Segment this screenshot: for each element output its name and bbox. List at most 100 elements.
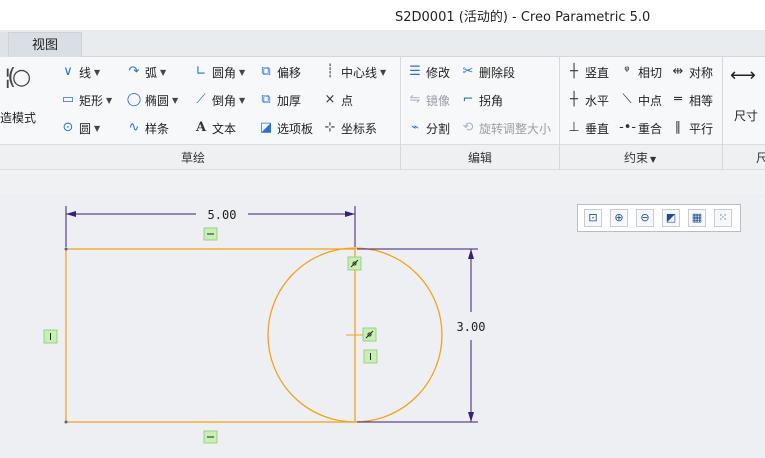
- coord-system-icon: ⊹: [324, 120, 336, 135]
- dimension-height-value[interactable]: 3.00: [457, 320, 486, 334]
- view-toolbar: ⊡ ⊕ ⊖ ◩ ▦ ⁙: [577, 204, 741, 232]
- title-bar: S2D0001 (活动的) - Creo Parametric 5.0: [0, 0, 765, 30]
- fillet-icon: ∟: [195, 64, 207, 79]
- coincident-constraint-button[interactable]: -•- 重合: [619, 117, 662, 139]
- symmetric-icon: ⇹: [672, 64, 684, 79]
- horizontal-icon: ┼: [570, 92, 578, 107]
- rotate-resize-icon: ⟲: [462, 120, 474, 135]
- horizontal-constraint-badge[interactable]: [203, 430, 218, 444]
- display-style-icon[interactable]: ▦: [688, 209, 706, 227]
- thicken-icon: ⧉: [261, 92, 271, 107]
- refit-icon[interactable]: ⊡: [584, 209, 602, 227]
- vertical-constraint-button[interactable]: ┼ 竖直: [566, 61, 609, 83]
- delete-segment-button[interactable]: ✂ 删除段: [460, 61, 515, 83]
- palette-icon: ◪: [259, 120, 273, 135]
- point-icon: ×: [324, 92, 336, 107]
- parallel-constraint-button[interactable]: ∥ 平行: [670, 117, 713, 139]
- chevron-down-icon[interactable]: ▼: [94, 124, 100, 133]
- equal-constraint-button[interactable]: ═ 相等: [670, 89, 713, 111]
- midpoint-constraint-button[interactable]: ⟍ 中点: [619, 89, 662, 111]
- thicken-button[interactable]: ⧉ 加厚: [258, 89, 301, 111]
- equal-icon: ═: [674, 92, 682, 107]
- chevron-down-icon[interactable]: ▼: [106, 96, 112, 105]
- dimension-label: 尺寸: [734, 109, 759, 123]
- symmetric-constraint-button[interactable]: ⇹ 对称: [670, 61, 713, 83]
- perpendicular-constraint-button[interactable]: ⊥ 垂直: [566, 117, 609, 139]
- chamfer-button[interactable]: ⟋ 倒角 ▼: [193, 89, 245, 111]
- dimension-icon: ⟷: [730, 65, 756, 86]
- line-button[interactable]: ∨ 线 ▼: [60, 61, 100, 83]
- arc-icon: ↷: [128, 64, 140, 79]
- chevron-down-icon[interactable]: ▼: [172, 96, 178, 105]
- circle-icon: ⊙: [62, 120, 74, 135]
- point-button[interactable]: × 点: [322, 89, 353, 111]
- window-title: S2D0001 (活动的) - Creo Parametric 5.0: [395, 10, 651, 25]
- ribbon: ¦(○ 构造模式 ∨线▼ ↷弧▼ ∟圆角▼ ⧉偏移 ┊中心线▼ ▭矩形▼ ◯椭圆…: [0, 57, 765, 169]
- coord-system-button[interactable]: ⊹ 坐标系: [322, 117, 377, 139]
- centerline-icon: ┊: [326, 64, 334, 79]
- fillet-button[interactable]: ∟ 圆角 ▼: [193, 61, 246, 83]
- coincident-constraint-badge[interactable]: [362, 327, 377, 342]
- spline-button[interactable]: ∿ 样条: [126, 117, 169, 139]
- construction-mode-label: 构造模式: [0, 111, 37, 125]
- ribbon-tab-row: 视图: [0, 30, 765, 57]
- horizontal-constraint-button[interactable]: ┼ 水平: [566, 89, 609, 111]
- sketcher-display-filters-icon[interactable]: ⁙: [714, 209, 732, 227]
- ellipse-button[interactable]: ◯ 椭圆 ▼: [126, 89, 178, 111]
- dimension-button[interactable]: ⟷ 尺寸: [728, 61, 765, 131]
- sketch-vertex[interactable]: [64, 247, 68, 251]
- chevron-down-icon[interactable]: ▼: [239, 68, 245, 77]
- rectangle-icon: ▭: [61, 92, 75, 107]
- arc-button[interactable]: ↷ 弧 ▼: [126, 61, 167, 83]
- vertical-constraint-badge[interactable]: [363, 349, 378, 364]
- vertical-constraint-badge[interactable]: [43, 329, 58, 344]
- separator: [722, 145, 723, 170]
- dimension-width[interactable]: 5.00: [65, 206, 356, 247]
- modify-icon: ☰: [409, 64, 421, 79]
- construction-mode-button[interactable]: ¦(○ 构造模式: [0, 61, 46, 131]
- rotate-resize-button[interactable]: ⟲ 旋转调整大小: [460, 117, 551, 139]
- separator: [559, 145, 560, 170]
- separator: [400, 145, 401, 170]
- group-label-constrain[interactable]: 约束 ▼: [624, 149, 656, 166]
- offset-icon: ⧉: [261, 64, 271, 79]
- tangent-constraint-badge[interactable]: [347, 256, 362, 271]
- mirror-icon: ⇋: [409, 92, 421, 107]
- spline-icon: ∿: [128, 120, 140, 135]
- sketch-rectangle[interactable]: [65, 248, 356, 423]
- zoom-out-icon[interactable]: ⊖: [636, 209, 654, 227]
- rectangle-button[interactable]: ▭ 矩形 ▼: [60, 89, 112, 111]
- chevron-down-icon[interactable]: ▼: [239, 96, 245, 105]
- chevron-down-icon[interactable]: ▼: [94, 68, 100, 77]
- vertical-icon: ┼: [570, 64, 578, 79]
- chevron-down-icon[interactable]: ▼: [380, 68, 386, 77]
- group-label-sketch: 草绘: [181, 151, 206, 165]
- offset-button[interactable]: ⧉ 偏移: [258, 61, 301, 83]
- tangent-constraint-button[interactable]: ᵠ 相切: [619, 61, 662, 83]
- midpoint-icon: ⟍: [622, 92, 632, 107]
- horizontal-constraint-badge[interactable]: [203, 227, 218, 241]
- palette-button[interactable]: ◪ 选项板: [258, 117, 313, 139]
- text-icon: A: [195, 120, 207, 135]
- tab-previous[interactable]: [0, 32, 8, 57]
- divide-icon: ⌁: [411, 120, 419, 135]
- sketch-area[interactable]: 5.00 3.00: [0, 194, 765, 458]
- circle-button[interactable]: ⊙ 圆 ▼: [60, 117, 101, 139]
- divide-button[interactable]: ⌁ 分割: [407, 117, 450, 139]
- corner-icon: ⌐: [462, 92, 474, 107]
- mirror-button[interactable]: ⇋ 镜像: [407, 89, 450, 111]
- modify-button[interactable]: ☰ 修改: [407, 61, 450, 83]
- text-button[interactable]: A 文本: [193, 117, 236, 139]
- ribbon-group-labels: 草绘 编辑 约束 ▼ 尺: [0, 145, 765, 170]
- corner-button[interactable]: ⌐ 拐角: [460, 89, 503, 111]
- construction-mode-icon: ¦(○: [4, 65, 31, 90]
- perpendicular-icon: ⊥: [568, 120, 580, 135]
- sketch-vertex[interactable]: [64, 420, 68, 424]
- zoom-in-icon[interactable]: ⊕: [610, 209, 628, 227]
- tab-view[interactable]: 视图: [8, 32, 82, 57]
- chevron-down-icon[interactable]: ▼: [160, 68, 166, 77]
- dimension-width-value[interactable]: 5.00: [208, 208, 237, 222]
- parallel-icon: ∥: [674, 120, 682, 135]
- centerline-button[interactable]: ┊ 中心线 ▼: [322, 61, 386, 83]
- repaint-icon[interactable]: ◩: [662, 209, 680, 227]
